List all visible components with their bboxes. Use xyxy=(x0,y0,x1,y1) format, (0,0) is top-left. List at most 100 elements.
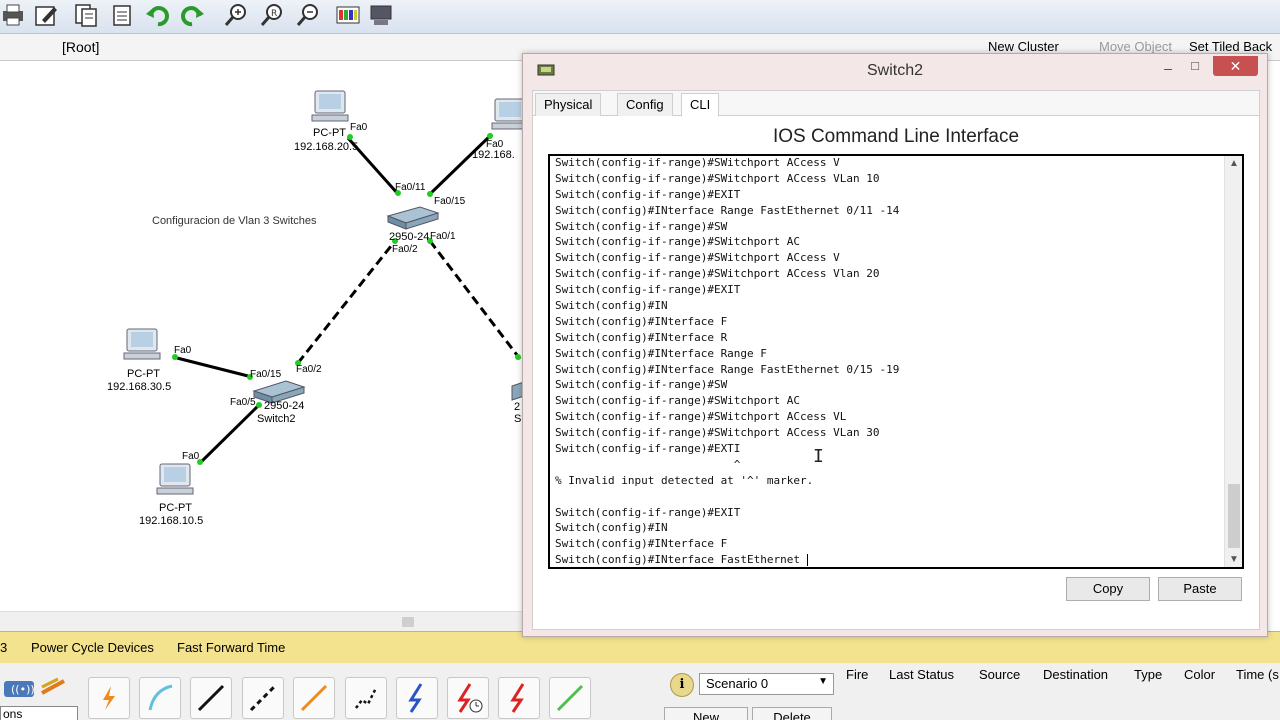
terminal-line: Switch(config-if-range)#SWitchport ACces… xyxy=(555,410,847,424)
terminal-line: Switch(config-if-range)#SW xyxy=(555,378,728,392)
wireless-devices-icon[interactable]: ((•)) xyxy=(2,675,36,701)
palette-icon[interactable] xyxy=(334,2,362,28)
print-icon[interactable] xyxy=(0,2,28,28)
dialog-title-bar[interactable]: Switch2 – □ ✕ xyxy=(523,54,1267,88)
scrollbar-thumb[interactable] xyxy=(402,617,414,627)
straight-through-cable-icon[interactable] xyxy=(190,677,232,719)
terminal-scrollbar[interactable]: ▲ ▼ xyxy=(1224,156,1242,567)
pc-icon xyxy=(311,90,349,122)
logical-workspace-canvas[interactable]: Configuracion de Vlan 3 Switches Fa0 PC-… xyxy=(0,61,525,631)
info-icon[interactable]: i xyxy=(670,673,694,697)
copy-icon[interactable] xyxy=(72,2,100,28)
chevron-down-icon: ▼ xyxy=(818,676,828,687)
port-label: Fa0 xyxy=(350,122,368,133)
tab-physical[interactable]: Physical xyxy=(535,93,602,116)
terminal-line: Switch(config)#INterface R xyxy=(555,330,728,344)
input-caret xyxy=(806,554,808,567)
terminal-output: Switch(config-if-range)#SWitchport ACces… xyxy=(555,156,1220,567)
terminal-line: % Invalid input detected at '^' marker. xyxy=(555,473,814,487)
cli-heading: IOS Command Line Interface xyxy=(772,126,1020,147)
scenario-select[interactable]: Scenario 0 ▼ xyxy=(699,673,834,695)
phone-cable-icon[interactable] xyxy=(345,677,387,719)
svg-text:R: R xyxy=(271,9,277,19)
pc-ip-label: 192.168.10.5 xyxy=(139,515,204,527)
terminal-line: Switch(config-if-range)#SWitchport ACces… xyxy=(555,251,840,265)
new-cluster-button[interactable]: New Cluster xyxy=(988,39,1059,54)
terminal-line: ^ xyxy=(555,457,741,471)
scroll-up-icon[interactable]: ▲ xyxy=(1225,158,1242,169)
port-label: Fa0/2 xyxy=(392,244,418,255)
dialog-tabs: Physical Config CLI xyxy=(533,91,1259,117)
port-label: Fa0/15 xyxy=(250,369,282,380)
power-cycle-devices-button[interactable]: Power Cycle Devices xyxy=(31,640,154,655)
redo-icon[interactable] xyxy=(178,2,206,28)
terminal-line: Switch(config)#INterface Range FastEther… xyxy=(555,203,900,217)
connections-category-icon[interactable] xyxy=(38,675,68,701)
tab-cli[interactable]: CLI xyxy=(681,93,720,117)
delete-scenario-button[interactable]: Delete xyxy=(752,707,832,720)
switch-model-label: 2950-24 xyxy=(389,231,430,243)
port-label: Fa0/15 xyxy=(434,196,466,207)
dialog-content: Physical Config CLI IOS Command Line Int… xyxy=(532,90,1260,630)
switch-icon xyxy=(386,206,440,230)
new-scenario-button[interactable]: New xyxy=(664,707,748,720)
device-type-field[interactable]: ons xyxy=(0,706,78,720)
scroll-down-icon[interactable]: ▼ xyxy=(1225,554,1242,565)
terminal-line: Switch(config-if-range)#SW xyxy=(555,219,728,233)
terminal-line: Switch(config)#INterface F xyxy=(555,314,728,328)
switch-name-label: S xyxy=(514,413,522,425)
copy-button[interactable]: Copy xyxy=(1066,577,1150,601)
terminal-line: Switch(config-if-range)#EXIT xyxy=(555,187,741,201)
terminal-line: Switch(config-if-range)#SWitchport AC xyxy=(555,394,801,408)
terminal-line: Switch(config)#IN xyxy=(555,299,668,313)
auto-connection-icon[interactable] xyxy=(88,677,130,719)
topology-diagram xyxy=(123,90,525,495)
paste-button[interactable]: Paste xyxy=(1158,577,1242,601)
pc-ip-label: 192.168. xyxy=(472,149,515,161)
zoom-reset-icon[interactable]: R xyxy=(258,2,286,28)
maximize-button[interactable]: □ xyxy=(1185,58,1205,74)
port-label: Fa0 xyxy=(174,345,192,356)
switch-model-label: 2 xyxy=(514,401,521,413)
minimize-button[interactable]: – xyxy=(1158,60,1178,76)
edit-icon[interactable] xyxy=(32,2,60,28)
terminal-line: Switch(config)#INterface FastEthernet xyxy=(555,553,808,567)
coaxial-cable-icon[interactable] xyxy=(396,677,438,719)
device-dialog-icon[interactable] xyxy=(368,2,396,28)
fast-forward-time-button[interactable]: Fast Forward Time xyxy=(177,640,285,655)
canvas-horizontal-scrollbar[interactable] xyxy=(0,611,525,631)
set-tiled-background-button[interactable]: Set Tiled Back xyxy=(1189,39,1272,54)
terminal-line: Switch(config-if-range)#SWitchport AC xyxy=(555,235,801,249)
terminal-line: Switch(config-if-range)#SWitchport ACces… xyxy=(555,171,880,185)
console-cable-icon[interactable] xyxy=(139,677,181,719)
serial-dce-cable-icon[interactable] xyxy=(447,677,489,719)
terminal-line: Switch(config-if-range)#EXIT xyxy=(555,283,741,297)
close-button[interactable]: ✕ xyxy=(1213,56,1258,76)
zoom-out-icon[interactable] xyxy=(294,2,322,28)
pc-icon xyxy=(123,328,161,360)
move-object-button[interactable]: Move Object xyxy=(1099,39,1172,54)
zoom-in-icon[interactable] xyxy=(222,2,250,28)
scrollbar-thumb[interactable] xyxy=(1228,484,1240,548)
main-toolbar: R xyxy=(0,0,1280,34)
terminal-line: Switch(config-if-range)#SWitchport ACces… xyxy=(555,426,880,440)
tab-config[interactable]: Config xyxy=(617,93,673,116)
terminal-line: Switch(config)#INterface F xyxy=(555,537,728,551)
link-pc-right-switch xyxy=(428,132,494,196)
paste-icon[interactable] xyxy=(109,2,137,28)
terminal-line: Switch(config-if-range)#SWitchport ACces… xyxy=(555,267,880,281)
serial-dte-cable-icon[interactable] xyxy=(498,677,540,719)
link-pc30-switch2 xyxy=(172,355,253,379)
root-label[interactable]: [Root] xyxy=(62,39,99,55)
pdu-column-header: Source xyxy=(979,667,1021,682)
pdu-column-header: Type xyxy=(1134,667,1163,682)
fiber-cable-icon[interactable] xyxy=(293,677,335,719)
pc-ip-label: 192.168.20.5 xyxy=(294,141,359,153)
device-dialog-window: Switch2 – □ ✕ Physical Config CLI IOS Co… xyxy=(522,53,1268,637)
cli-terminal[interactable]: Switch(config-if-range)#SWitchport ACces… xyxy=(548,154,1244,569)
octal-cable-icon[interactable] xyxy=(549,677,591,719)
undo-icon[interactable] xyxy=(144,2,172,28)
crossover-cable-icon[interactable] xyxy=(242,677,284,719)
port-label: Fa0/5 xyxy=(230,397,256,408)
